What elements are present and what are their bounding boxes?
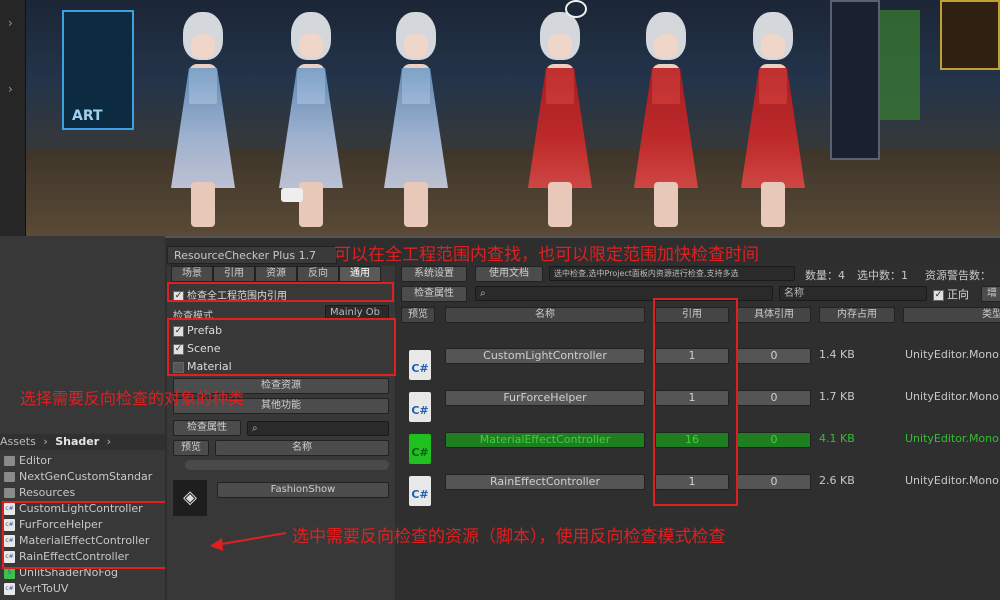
row-memory: 2.6 KB bbox=[819, 474, 855, 487]
left-panel: 场景 引用 资源 反向 通用 ✓ 检查全工程范围内引用 检查模式 Mainly O… bbox=[167, 266, 395, 600]
breadcrumb-assets[interactable]: Assets bbox=[0, 435, 36, 448]
annotation-bottom: 选中需要反向检查的资源（脚本），使用反向检查模式检查 bbox=[292, 527, 726, 547]
breadcrumb-separator: › bbox=[43, 435, 48, 448]
scene-neon bbox=[880, 10, 920, 120]
file-item[interactable]: c# VertToUV bbox=[4, 581, 68, 597]
csharp-icon: C# bbox=[409, 434, 431, 464]
check-attribute-button[interactable]: 检查属性 bbox=[401, 286, 467, 302]
col-preview[interactable]: 预览 bbox=[401, 307, 435, 323]
character-5[interactable] bbox=[628, 12, 704, 227]
system-settings-button[interactable]: 系统设置 bbox=[401, 266, 467, 282]
folder-item[interactable]: Resources bbox=[4, 485, 75, 501]
character-3[interactable] bbox=[378, 12, 454, 227]
folder-item[interactable]: NextGenCustomStandar bbox=[4, 469, 152, 485]
folder-icon bbox=[4, 488, 15, 498]
annotation-top: 可以在全工程范围内查找，也可以限定范围加快检查时间 bbox=[334, 245, 759, 265]
mode-tabs: 场景 引用 资源 反向 通用 bbox=[171, 266, 381, 282]
tab-resource[interactable]: 资源 bbox=[255, 266, 297, 282]
col-memory[interactable]: 内存占用 bbox=[819, 307, 895, 323]
positive-toggle[interactable]: ✓ 正向 bbox=[933, 286, 969, 302]
row-name-button[interactable]: RainEffectController bbox=[445, 474, 645, 490]
row-detail-button[interactable]: 0 bbox=[737, 474, 811, 490]
scene-sign-far bbox=[940, 0, 1000, 70]
folder-icon bbox=[4, 472, 15, 482]
csharp-icon: c# bbox=[4, 583, 15, 595]
row-memory: 1.4 KB bbox=[819, 348, 855, 361]
add-button[interactable]: 增 bbox=[981, 286, 1000, 302]
col-name[interactable]: 名称 bbox=[445, 307, 645, 323]
csharp-icon: C# bbox=[409, 350, 431, 380]
csharp-icon: C# bbox=[409, 476, 431, 506]
hierarchy-strip: › › bbox=[0, 0, 26, 236]
chevron-right-icon[interactable]: › bbox=[8, 82, 13, 96]
check-attribute-button[interactable]: 检查属性 bbox=[173, 420, 241, 436]
row-memory: 1.7 KB bbox=[819, 390, 855, 403]
character-4[interactable] bbox=[522, 12, 598, 227]
row-name-button[interactable]: FurForceHelper bbox=[445, 390, 645, 406]
search-icon: ⌕ bbox=[480, 288, 486, 299]
row-detail-button[interactable]: 0 bbox=[737, 432, 811, 448]
row-name-button[interactable]: MaterialEffectController bbox=[445, 432, 645, 448]
row-type: UnityEditor.Mono bbox=[905, 390, 999, 403]
camera-gizmo-icon[interactable] bbox=[281, 188, 303, 202]
light-gizmo-icon[interactable] bbox=[565, 0, 587, 18]
scene-sign-text: ART bbox=[72, 108, 103, 124]
name-column[interactable]: 名称 bbox=[215, 440, 389, 456]
character-1[interactable] bbox=[165, 12, 241, 227]
selected-count-label: 选中数：1 bbox=[857, 269, 908, 282]
folder-icon bbox=[4, 456, 15, 466]
selection-mode-dropdown[interactable]: 选中检查,选中Project面板内资源进行检查,支持多选 bbox=[549, 266, 795, 281]
annotation-left: 选择需要反向检查的对象的种类 bbox=[20, 389, 245, 408]
row-type: UnityEditor.Mono bbox=[905, 474, 999, 487]
result-item-button[interactable]: FashionShow bbox=[217, 482, 389, 498]
row-name-button[interactable]: CustomLightController bbox=[445, 348, 645, 364]
warning-count-label: 资源警告数： bbox=[925, 269, 991, 282]
global-check-highlight-box bbox=[167, 282, 394, 302]
unity-prefab-icon: ◈ bbox=[173, 480, 207, 516]
preview-column[interactable]: 预览 bbox=[173, 440, 209, 456]
reference-column-highlight-box bbox=[653, 298, 738, 506]
character-6[interactable] bbox=[735, 12, 811, 227]
docs-button[interactable]: 使用文档 bbox=[475, 266, 543, 282]
window-title[interactable]: ResourceChecker Plus 1.7 bbox=[167, 246, 337, 264]
scene-view[interactable]: ART bbox=[0, 0, 1000, 236]
count-label: 数量：4 bbox=[805, 269, 845, 282]
row-type: UnityEditor.Mono bbox=[905, 432, 999, 445]
scene-floor bbox=[0, 150, 1000, 236]
checkbox-icon[interactable]: ✓ bbox=[933, 289, 944, 301]
row-detail-button[interactable]: 0 bbox=[737, 390, 811, 406]
csharp-icon: C# bbox=[409, 392, 431, 422]
breadcrumb: Assets › Shader › bbox=[0, 434, 165, 450]
folder-item[interactable]: Editor bbox=[4, 453, 52, 469]
type-selection-highlight-box bbox=[167, 318, 396, 376]
tab-general[interactable]: 通用 bbox=[339, 266, 381, 282]
scene-sign-right bbox=[830, 0, 880, 160]
row-type: UnityEditor.Mono bbox=[905, 348, 999, 361]
chevron-right-icon: › bbox=[106, 435, 112, 448]
breadcrumb-shader[interactable]: Shader bbox=[55, 435, 99, 448]
col-detail-reference[interactable]: 具体引用 bbox=[737, 307, 811, 323]
tab-reverse[interactable]: 反向 bbox=[297, 266, 339, 282]
tab-reference[interactable]: 引用 bbox=[213, 266, 255, 282]
tab-scene[interactable]: 场景 bbox=[171, 266, 213, 282]
row-memory: 4.1 KB bbox=[819, 432, 855, 445]
chevron-right-icon[interactable]: › bbox=[8, 16, 13, 30]
col-type[interactable]: 类型 bbox=[903, 307, 1000, 323]
horizontal-scrollbar[interactable] bbox=[185, 460, 389, 470]
row-detail-button[interactable]: 0 bbox=[737, 348, 811, 364]
search-input[interactable]: ⌕ bbox=[247, 421, 389, 436]
sort-dropdown[interactable]: 名称 bbox=[779, 286, 927, 301]
